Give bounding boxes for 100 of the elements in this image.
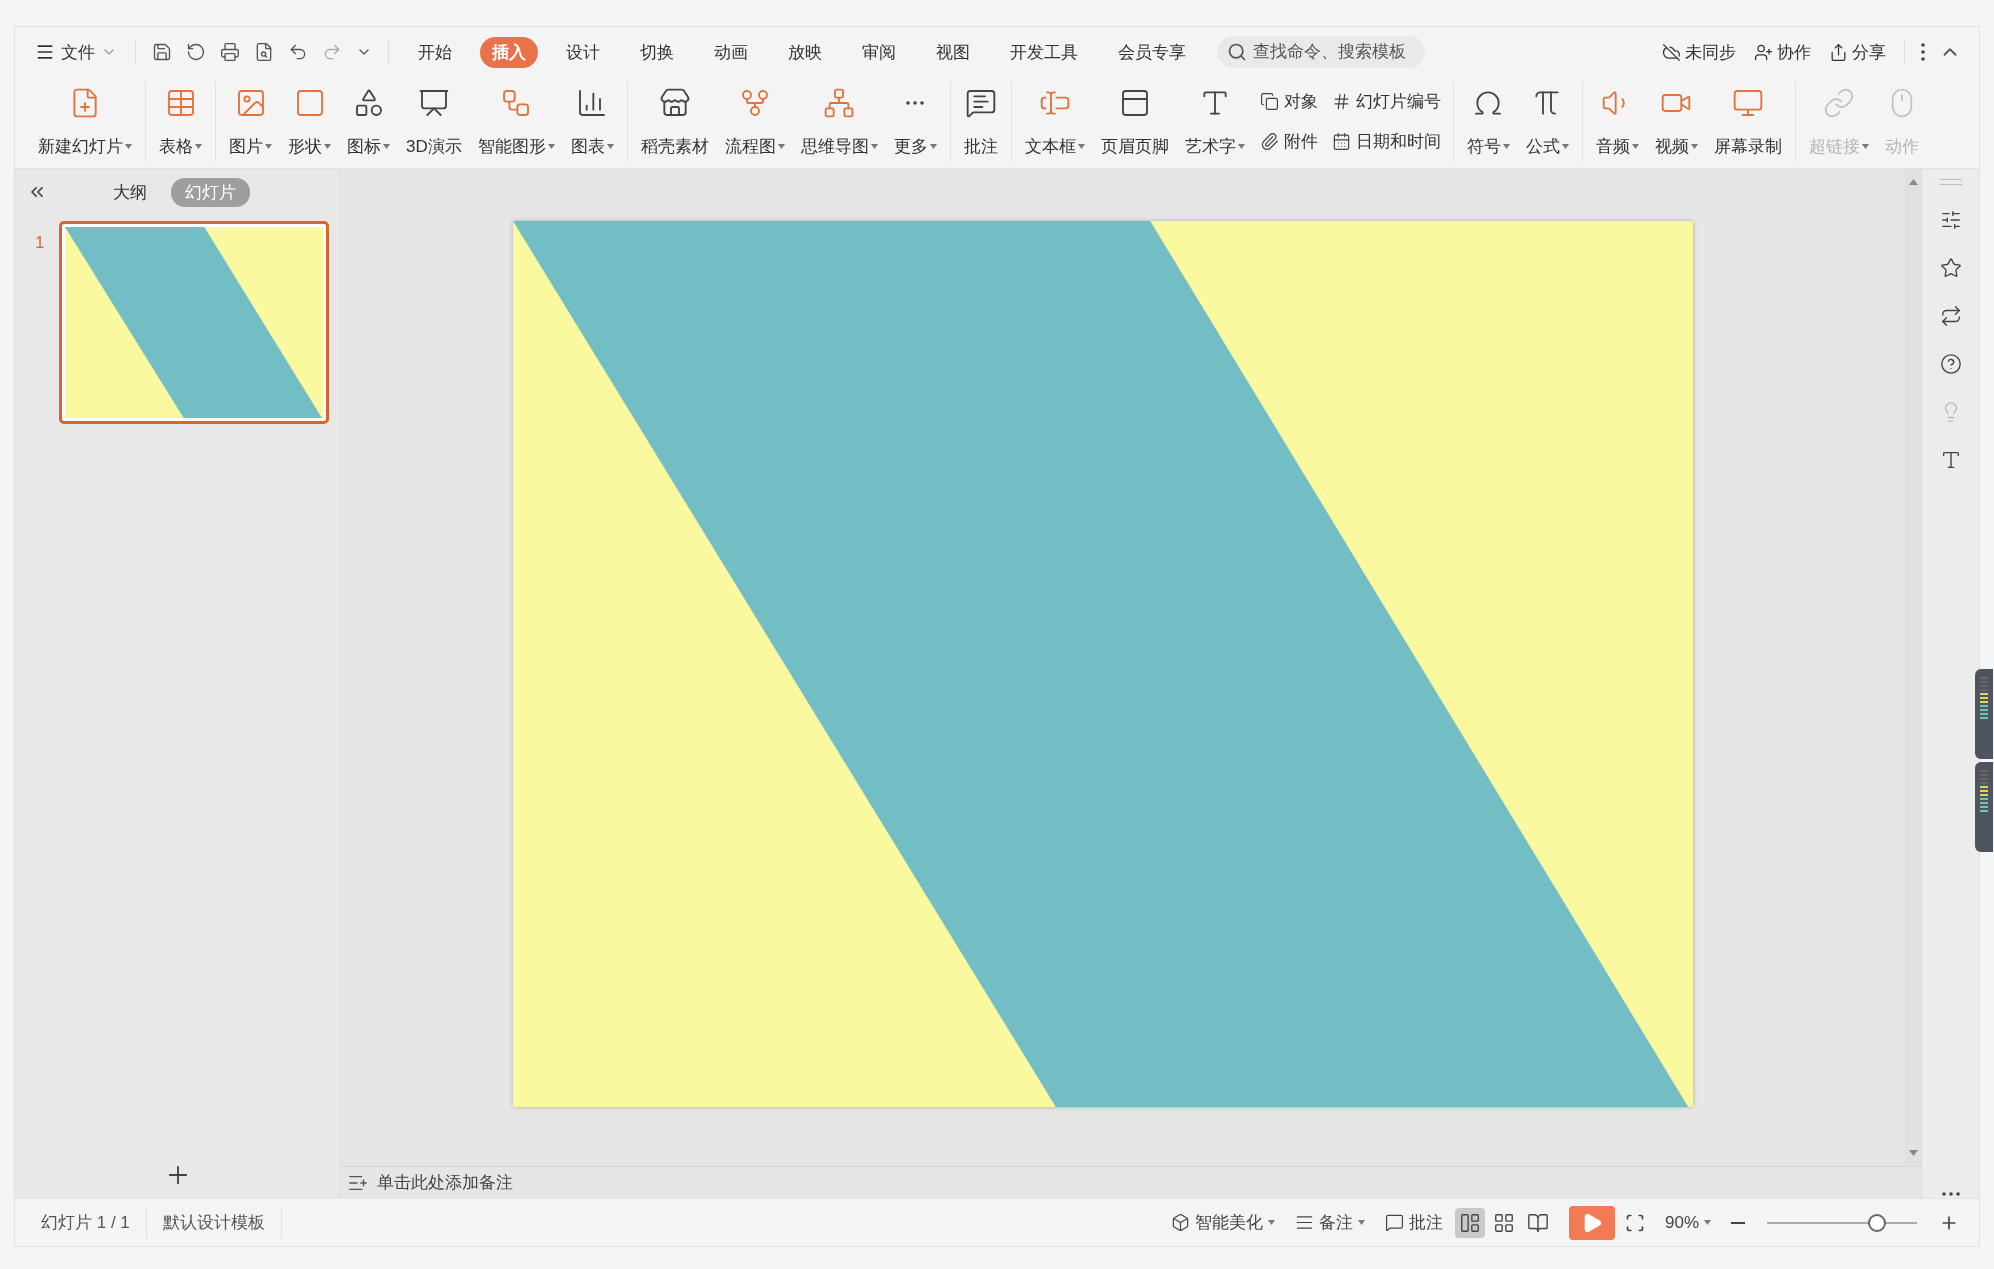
lines-icon — [1294, 1213, 1314, 1232]
link-icon — [1822, 87, 1855, 119]
meter-widget[interactable] — [1975, 762, 1993, 852]
ribbon-button[interactable]: 公式 — [1518, 81, 1576, 162]
ribbon-button[interactable]: 图片 — [222, 81, 279, 162]
sliders-icon — [1939, 209, 1962, 231]
redo-icon — [322, 42, 342, 62]
ribbon-tab[interactable]: 开发工具 — [998, 36, 1090, 68]
zoom-dropdown[interactable]: 90% — [1654, 1208, 1721, 1237]
save-icon — [152, 42, 172, 62]
caret-icon — [606, 144, 614, 149]
mind-map-icon — [823, 87, 856, 119]
ribbon-button[interactable]: 图表 — [563, 81, 621, 162]
slide-counter: 幻灯片 1 / 1 — [25, 1207, 147, 1238]
ribbon-button[interactable]: 页眉页脚 — [1093, 81, 1176, 162]
scroll-down-icon[interactable] — [1908, 1150, 1918, 1156]
undo-icon — [288, 42, 308, 62]
ribbon-button[interactable]: 对象 — [1253, 87, 1324, 115]
ribbon-tab[interactable]: 视图 — [924, 36, 982, 68]
ribbon-tab[interactable]: 放映 — [776, 36, 834, 68]
ribbon-button[interactable]: 3D演示 — [399, 81, 469, 162]
cloud-icon — [1662, 42, 1681, 62]
scroll-up-icon[interactable] — [1908, 179, 1918, 185]
notes-button[interactable]: 备注 — [1284, 1207, 1375, 1238]
search-icon — [1227, 42, 1247, 62]
more-icon — [1941, 1192, 1960, 1196]
ribbon-button[interactable]: 附件 — [1253, 128, 1324, 156]
caret-icon — [1502, 144, 1510, 149]
minus-icon — [1731, 1221, 1745, 1224]
caret-icon — [324, 144, 331, 149]
share-icon — [1829, 42, 1848, 62]
view-button[interactable] — [1454, 1207, 1485, 1238]
panel-tab[interactable]: 大纲 — [99, 177, 161, 207]
slide-number: 1 — [35, 233, 46, 253]
ribbon-button[interactable]: 更多 — [886, 81, 944, 162]
caret-icon — [265, 144, 272, 149]
caret-icon — [1861, 144, 1869, 149]
object-icon — [1259, 91, 1279, 111]
cube-icon — [1170, 1213, 1190, 1232]
beautify-button[interactable]: 智能美化 — [1160, 1207, 1285, 1238]
header-action[interactable]: 协作 — [1748, 38, 1817, 66]
caret-icon — [195, 144, 202, 149]
ribbon-button[interactable]: 表格 — [152, 81, 209, 162]
easel-icon — [417, 87, 450, 119]
template-name: 默认设计模板 — [146, 1207, 282, 1238]
ribbon-tab[interactable]: 审阅 — [850, 36, 908, 68]
slideshow-button[interactable] — [1568, 1205, 1615, 1240]
user-add-icon — [1754, 42, 1773, 62]
caret-icon — [125, 144, 132, 149]
caret-icon — [777, 144, 785, 149]
calendar-icon — [1331, 132, 1351, 152]
comments-button[interactable]: 批注 — [1374, 1207, 1453, 1238]
search-field[interactable]: 查找命令、搜索模板 — [1217, 36, 1425, 68]
header-action[interactable]: 未同步 — [1656, 38, 1742, 66]
caret-icon — [547, 144, 555, 149]
caret-icon — [1357, 1220, 1365, 1225]
ribbon-button[interactable]: 幻灯片编号 — [1325, 87, 1447, 115]
caret-icon — [870, 144, 878, 149]
ribbon-button[interactable]: 图标 — [340, 81, 397, 162]
file-menu[interactable]: 文件 — [29, 36, 123, 68]
ribbon-tab[interactable]: 动画 — [702, 36, 760, 68]
slider-thumb[interactable] — [1867, 1213, 1886, 1232]
more-button[interactable] — [1939, 1190, 1962, 1198]
paperclip-icon — [1259, 132, 1279, 152]
menu-icon — [35, 42, 55, 62]
ribbon-tab[interactable]: 会员专享 — [1106, 36, 1198, 68]
notes-field[interactable]: 单击此处添加备注 — [375, 1171, 775, 1194]
swap-icon — [1939, 305, 1962, 327]
print-icon — [220, 42, 240, 62]
caret-icon — [1704, 1220, 1711, 1225]
ribbon-button[interactable]: 日期和时间 — [1325, 128, 1447, 156]
normal-view-icon — [1458, 1211, 1481, 1234]
help-icon — [1939, 353, 1962, 375]
ribbon-button[interactable]: 思维导图 — [793, 81, 885, 162]
meter-widget[interactable] — [1975, 669, 1993, 759]
ribbon-button[interactable]: 视频 — [1647, 81, 1705, 162]
ribbon-button[interactable]: 稻壳素材 — [633, 81, 716, 162]
fit-icon — [1624, 1212, 1645, 1233]
ribbon-button[interactable]: 形状 — [281, 81, 338, 162]
ribbon-button[interactable]: 流程图 — [717, 81, 792, 162]
ribbon-button[interactable]: 批注 — [956, 81, 1005, 162]
ribbon-button[interactable]: 屏幕录制 — [1706, 81, 1789, 162]
ribbon-button[interactable]: 符号 — [1459, 81, 1517, 162]
ribbon-tab[interactable]: 设计 — [554, 36, 612, 68]
ribbon-button[interactable]: 智能图形 — [470, 81, 562, 162]
ribbon-button[interactable]: 新建幻灯片 — [31, 81, 139, 162]
preview-icon — [254, 42, 274, 62]
star-icon — [1939, 257, 1962, 279]
caret-icon — [929, 144, 937, 149]
comment-icon — [964, 87, 997, 119]
grid-view-icon — [1492, 1211, 1515, 1234]
ribbon-button[interactable]: 音频 — [1588, 81, 1646, 162]
header-action[interactable]: 分享 — [1823, 38, 1892, 66]
ribbon-button[interactable]: 文本框 — [1017, 81, 1092, 162]
scrollbar[interactable] — [1905, 169, 1921, 1166]
caret-icon — [1237, 144, 1245, 149]
ribbon-tab[interactable]: 切换 — [628, 36, 686, 68]
ribbon-button[interactable]: 艺术字 — [1177, 81, 1252, 162]
comment-icon — [1384, 1213, 1404, 1232]
ribbon-tab[interactable]: 开始 — [406, 36, 464, 68]
